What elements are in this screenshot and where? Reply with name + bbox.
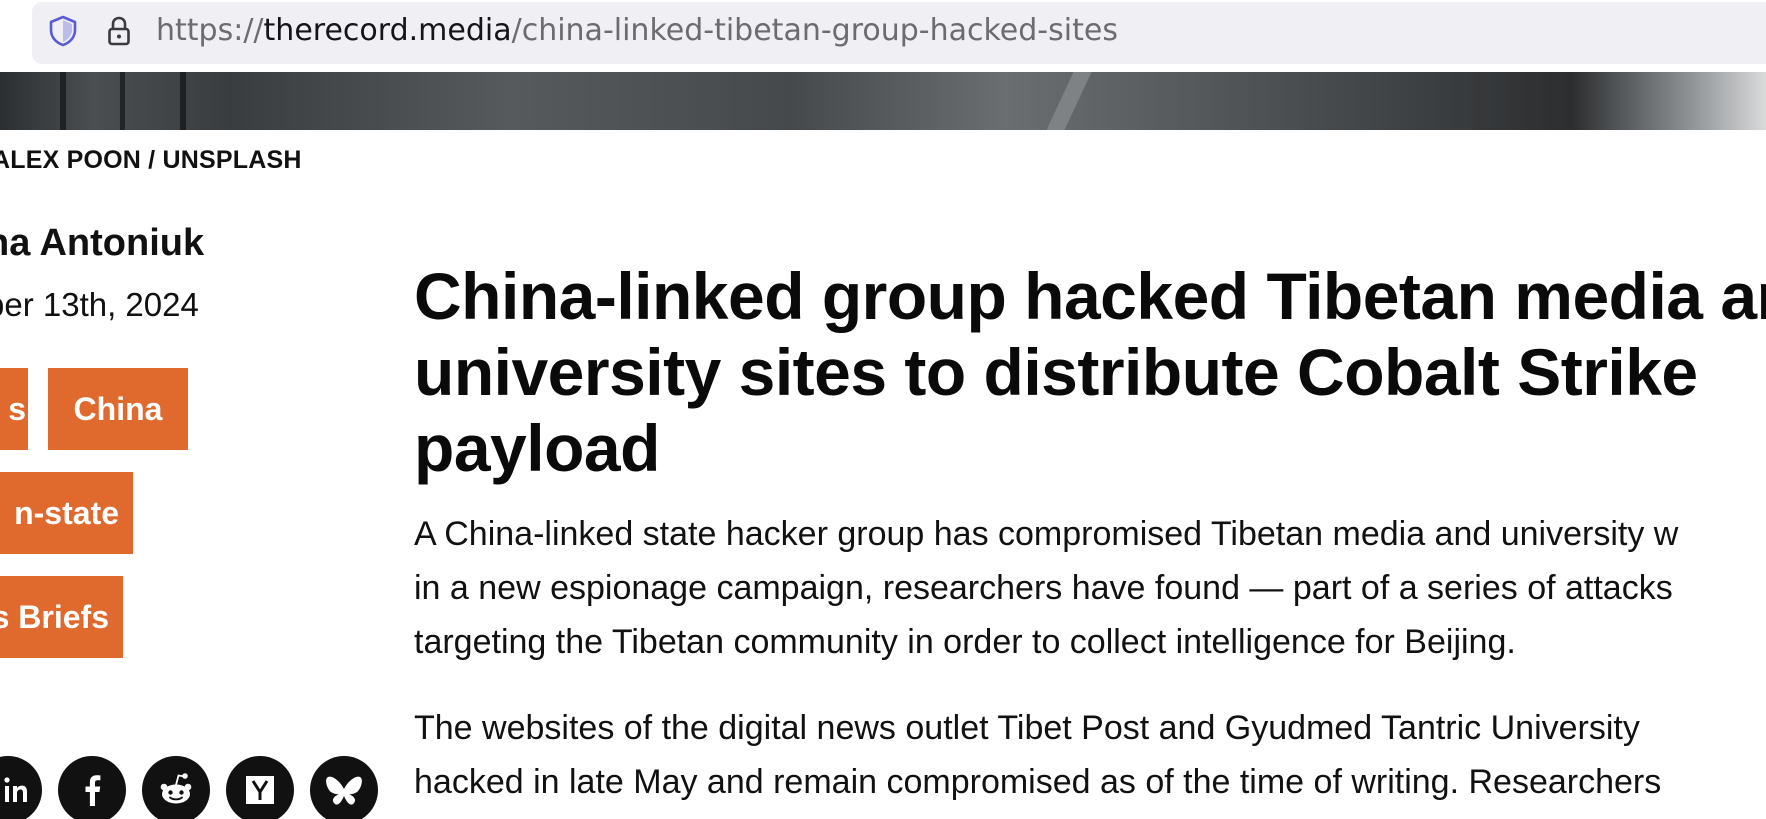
tag-button[interactable]: s bbox=[0, 368, 28, 450]
paragraph-line: in a new espionage campaign, researchers… bbox=[414, 569, 1673, 607]
author-name[interactable]: na Antoniuk bbox=[0, 222, 204, 265]
article-paragraph: The websites of the digital news outlet … bbox=[414, 701, 1766, 809]
browser-toolbar: https://therecord.media/china-linked-tib… bbox=[0, 0, 1766, 72]
paragraph-line: The websites of the digital news outlet … bbox=[414, 709, 1640, 747]
url-domain: therecord.media bbox=[263, 13, 512, 48]
linkedin-share-button[interactable] bbox=[0, 756, 42, 819]
hacker-news-icon bbox=[246, 776, 274, 804]
url-text[interactable]: https://therecord.media/china-linked-tib… bbox=[156, 14, 1118, 48]
shield-icon[interactable] bbox=[48, 15, 78, 47]
paragraph-line: targeting the Tibetan community in order… bbox=[414, 623, 1516, 661]
headline-line: China-linked group hacked Tibetan media … bbox=[414, 259, 1766, 333]
tag-china-button[interactable]: China bbox=[48, 368, 188, 450]
reddit-icon bbox=[160, 773, 192, 804]
headline-line: payload bbox=[414, 411, 660, 485]
linkedin-icon bbox=[4, 777, 27, 802]
hero-image bbox=[0, 72, 1766, 130]
article-paragraph: A China-linked state hacker group has co… bbox=[414, 507, 1766, 669]
url-path: /china-linked-tibetan-group-hacked-sites bbox=[511, 13, 1118, 48]
facebook-icon bbox=[85, 775, 101, 806]
facebook-share-button[interactable] bbox=[58, 756, 126, 819]
bluesky-share-button[interactable] bbox=[310, 756, 378, 819]
hacker-news-share-button[interactable] bbox=[226, 756, 294, 819]
paragraph-line: A China-linked state hacker group has co… bbox=[414, 515, 1679, 553]
url-scheme: https:// bbox=[156, 13, 264, 48]
headline-line: university sites to distribute Cobalt St… bbox=[414, 335, 1698, 409]
browser-page: https://therecord.media/china-linked-tib… bbox=[0, 0, 1766, 819]
tag-nation-state-button[interactable]: n-state bbox=[0, 472, 133, 554]
article-headline: China-linked group hacked Tibetan media … bbox=[414, 258, 1766, 486]
photo-credit: ALEX POON / UNSPLASH bbox=[0, 146, 302, 174]
reddit-share-button[interactable] bbox=[142, 756, 210, 819]
tag-briefs-button[interactable]: s Briefs bbox=[0, 576, 123, 658]
lock-icon[interactable] bbox=[106, 15, 132, 47]
paragraph-line: hacked in late May and remain compromise… bbox=[414, 763, 1662, 801]
publish-date: ber 13th, 2024 bbox=[0, 286, 199, 323]
bluesky-icon bbox=[326, 776, 362, 805]
